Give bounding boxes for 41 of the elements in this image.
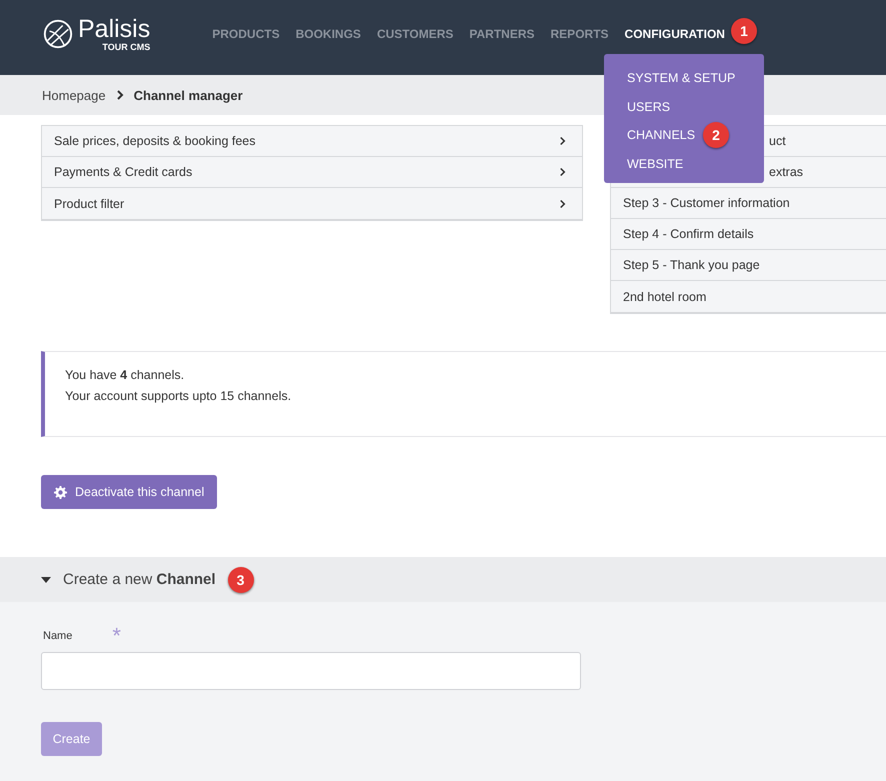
logo-tagline: TOUR CMS [102, 42, 150, 52]
required-mark: * [112, 626, 121, 646]
breadcrumb-link[interactable]: Homepage [42, 88, 106, 102]
nav-link[interactable]: CUSTOMERS [376, 27, 454, 41]
steps-list-item[interactable]: uct [769, 134, 786, 148]
chevron-right-icon [559, 167, 566, 177]
nav-link[interactable]: PARTNERS [469, 27, 535, 41]
step-badge: 1 [730, 18, 757, 44]
name-input-field[interactable] [41, 652, 581, 690]
caret-icon [41, 576, 51, 582]
steps-list-item[interactable]: Step 3 - Customer information [611, 188, 886, 219]
steps-list-item[interactable]: Step 5 - Thank you page [611, 250, 886, 281]
section-title: Create a new Channel [63, 571, 216, 588]
settings-list-item[interactable]: Payments & Credit cards [42, 157, 582, 188]
deactivate-button[interactable]: Deactivate this channel [41, 475, 218, 509]
nav-link[interactable]: PRODUCTS [212, 27, 280, 41]
step-badge: 3 [228, 566, 254, 592]
nav-link[interactable]: BOOKINGS [296, 27, 361, 41]
steps-list-item[interactable]: 2nd hotel room [611, 281, 886, 312]
chevron-right-icon [559, 136, 566, 146]
logo-name: Palisis [78, 16, 150, 42]
field-label: Name [43, 630, 72, 642]
chevron-right-icon [559, 198, 566, 208]
logo-globe-icon [42, 18, 74, 50]
steps-list-item[interactable]: Step 4 - Confirm details [611, 219, 886, 250]
step-badge: 2 [703, 122, 730, 148]
nav-link[interactable]: CONFIGURATION [624, 27, 725, 41]
info-text: Your account supports upto 15 channels. [65, 389, 292, 403]
section-header[interactable]: Create a new Channel 3 [0, 557, 886, 602]
settings-list-item[interactable]: Product filter [42, 188, 582, 219]
info-text: You have 4 channels. [65, 368, 186, 382]
menu-item[interactable]: SYSTEM & SETUP [627, 71, 736, 86]
menu-item[interactable]: USERS [627, 100, 670, 114]
steps-list-item[interactable]: extras [769, 165, 804, 179]
nav-link[interactable]: REPORTS [550, 27, 609, 41]
menu-item[interactable]: CHANNELS [627, 128, 696, 142]
gear-icon [54, 486, 67, 498]
breadcrumb-current: Channel manager [134, 88, 243, 102]
chevron-right-icon [116, 90, 124, 100]
menu-item[interactable]: WEBSITE [627, 156, 684, 171]
settings-list-item[interactable]: Sale prices, deposits & booking fees [42, 126, 582, 157]
